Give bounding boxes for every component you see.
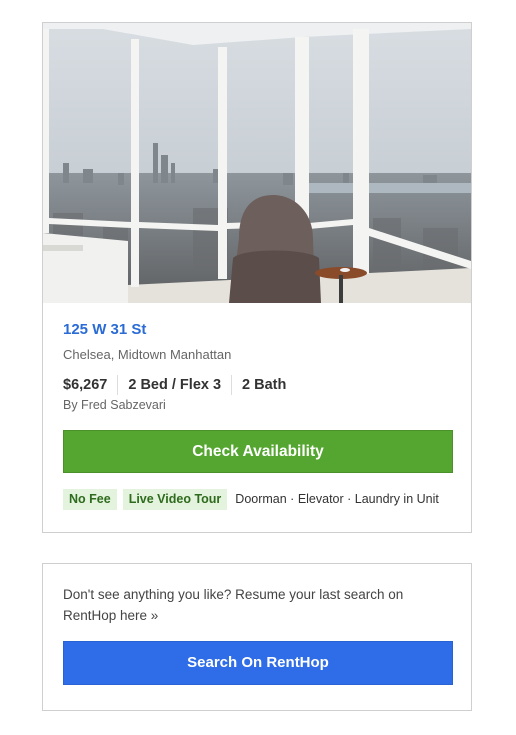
listing-amenities: Doorman · Elevator · Laundry in Unit — [235, 492, 439, 506]
no-fee-badge: No Fee — [63, 488, 117, 510]
listing-agent: By Fred Sabzevari — [63, 398, 166, 412]
listing-tags: No Fee Live Video Tour Doorman · Elevato… — [63, 488, 439, 510]
listing-baths: 2 Bath — [242, 377, 287, 393]
resume-search-link[interactable]: Don't see anything you like? Resume your… — [63, 584, 443, 626]
listing-beds: 2 Bed / Flex 3 — [128, 377, 222, 393]
listing-photo[interactable] — [43, 23, 471, 303]
listing-price: $6,267 — [63, 377, 108, 393]
listing-neighborhood: Chelsea, Midtown Manhattan — [63, 347, 232, 362]
listing-card[interactable]: 125 W 31 St Chelsea, Midtown Manhattan $… — [42, 22, 472, 533]
resume-search-card: Don't see anything you like? Resume your… — [42, 563, 472, 711]
check-availability-button[interactable]: Check Availability — [63, 430, 453, 473]
search-on-renthop-button[interactable]: Search On RentHop — [63, 641, 453, 685]
listing-facts: $6,267 2 Bed / Flex 3 2 Bath — [63, 374, 296, 396]
live-video-tour-badge: Live Video Tour — [122, 488, 228, 510]
listing-address-link[interactable]: 125 W 31 St — [63, 321, 146, 338]
